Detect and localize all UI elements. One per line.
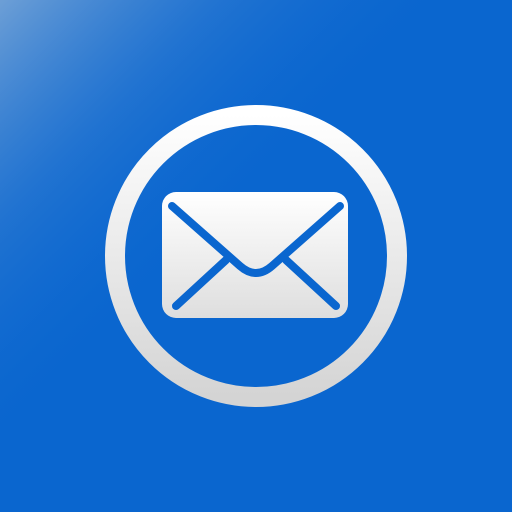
mail-app-icon[interactable]: [0, 0, 512, 512]
mail-emblem: [105, 105, 407, 407]
envelope-icon: [162, 192, 348, 318]
